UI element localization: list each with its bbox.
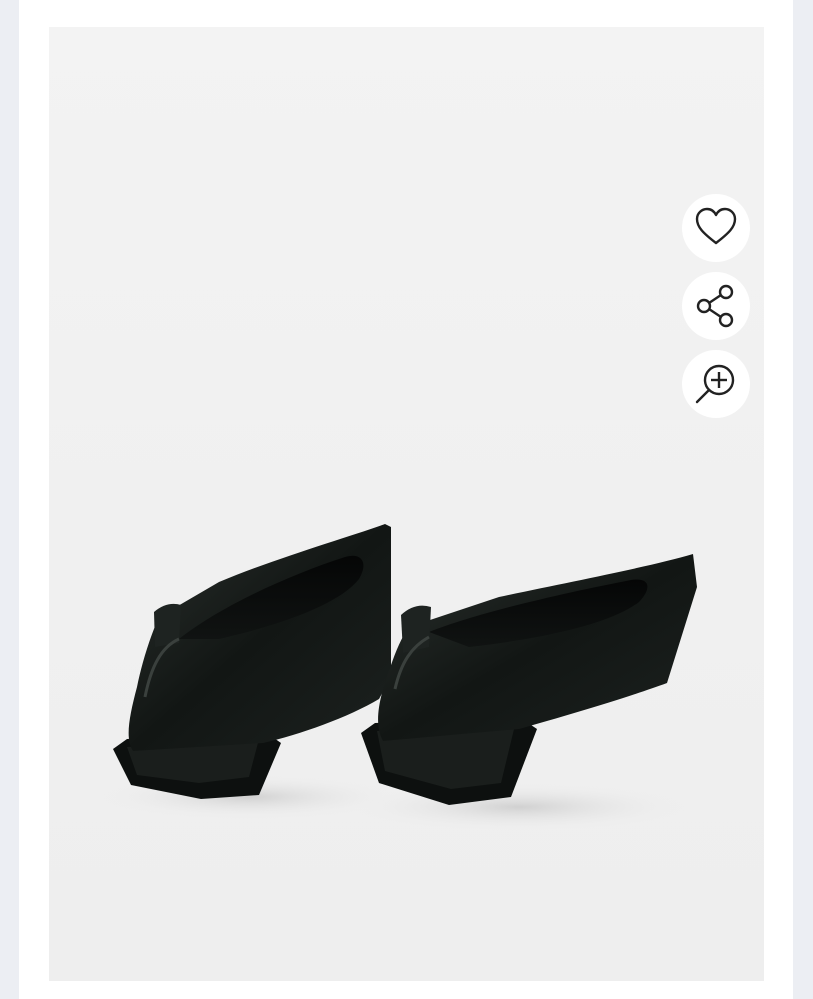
zoom-in-icon <box>695 364 735 404</box>
share-button[interactable] <box>682 272 750 340</box>
share-icon <box>696 284 734 328</box>
heart-icon <box>695 207 737 245</box>
product-page <box>19 0 793 999</box>
left-shoe <box>113 524 391 799</box>
right-shoe <box>361 554 697 805</box>
zoom-button[interactable] <box>682 350 750 418</box>
product-image[interactable] <box>49 27 764 981</box>
product-photo <box>99 524 697 831</box>
favorite-button[interactable] <box>682 194 750 262</box>
